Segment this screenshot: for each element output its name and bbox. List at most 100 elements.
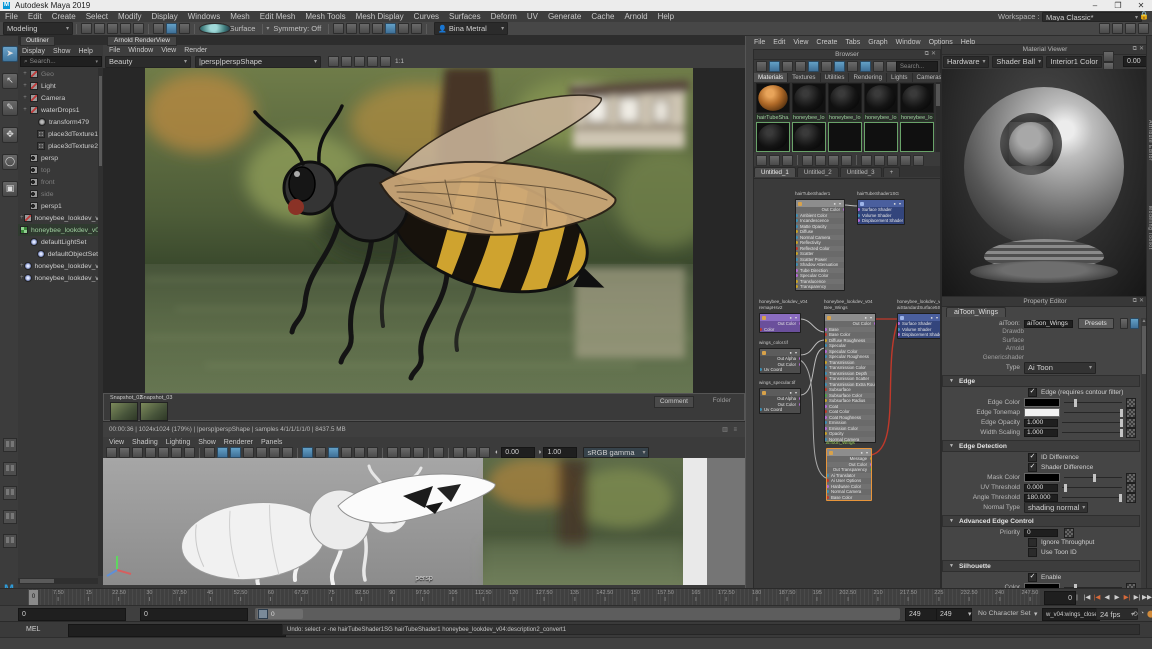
pause-viewport-icon[interactable] [411, 23, 423, 34]
anti-aliasing-icon[interactable] [354, 447, 365, 458]
select-pointer-icon[interactable] [433, 447, 444, 458]
collapse-panel-icon[interactable] [782, 60, 793, 72]
node-port[interactable] [798, 362, 800, 366]
menu-display[interactable]: Display [18, 47, 49, 56]
medium-swatches-icon[interactable] [808, 60, 819, 72]
select-by-object-icon[interactable] [166, 23, 177, 34]
attribute-slider[interactable] [1062, 428, 1124, 437]
material-swatch[interactable] [900, 122, 934, 152]
browser-search-input[interactable]: Search... [896, 61, 938, 72]
node-port[interactable] [825, 382, 827, 386]
zoom-ratio-label[interactable]: 1:1 [395, 58, 404, 65]
viewer-geometry-dropdown[interactable]: Shader Ball ▾ [992, 55, 1044, 68]
gamma-icon[interactable]: ◑ [537, 449, 541, 456]
shader-node-aiStandardSurface5SG[interactable]: ● ▾ Surface Shader Volume Shader Displaceme… [897, 313, 940, 339]
outliner-tab[interactable]: Outliner [20, 36, 55, 46]
node-port[interactable] [760, 368, 762, 372]
save-scene-icon[interactable] [107, 23, 118, 34]
menu-display[interactable]: Display [147, 11, 183, 22]
browser-tab-textures[interactable]: Textures [788, 73, 821, 82]
editor-tab-untitled_3[interactable]: Untitled_3 [839, 167, 882, 177]
material-swatch[interactable] [828, 122, 862, 152]
attribute-slider[interactable] [1064, 473, 1122, 482]
close-icon[interactable]: ✕ [931, 51, 938, 57]
menu-mesh-display[interactable]: Mesh Display [351, 11, 409, 22]
node-attribute-row[interactable]: Displacement Shader [898, 332, 940, 338]
menu-view[interactable]: View [105, 438, 128, 447]
lasso-tool[interactable]: ↖ [2, 73, 18, 89]
node-attribute-row[interactable]: Displacement Shader [858, 218, 904, 224]
motion-blur-icon[interactable] [341, 447, 352, 458]
outliner-item[interactable]: top [18, 164, 98, 176]
chevron-down-icon[interactable]: ▾ [968, 610, 971, 618]
expand-icon[interactable]: + [20, 71, 30, 77]
select-by-hierarchy-icon[interactable] [153, 23, 164, 34]
menu-edit[interactable]: Edit [23, 11, 47, 22]
browser-tab-materials[interactable]: Materials [754, 73, 789, 82]
zoom-region-icon[interactable] [900, 154, 911, 166]
playback-start-field[interactable]: 0 [140, 608, 248, 621]
menu-edit-mesh[interactable]: Edit Mesh [255, 11, 301, 22]
search-nodes-icon[interactable] [913, 154, 924, 166]
node-port[interactable] [825, 404, 827, 408]
outliner-item[interactable]: honeybee_lookdev_v04: [18, 224, 98, 236]
editor-tab-untitled_2[interactable]: Untitled_2 [796, 167, 839, 177]
menu-create[interactable]: Create [47, 11, 81, 22]
shaded-wireframe-icon[interactable] [256, 447, 267, 458]
node-port[interactable] [796, 219, 798, 223]
node-port[interactable] [869, 457, 871, 461]
wireframe-icon[interactable] [204, 447, 215, 458]
snapshot-item[interactable]: Snapshot_03 [140, 395, 172, 421]
step-back-key-button[interactable]: |◀ [1082, 591, 1092, 604]
region-render-icon[interactable] [367, 56, 378, 67]
node-port[interactable] [825, 349, 827, 353]
node-port[interactable] [825, 344, 827, 348]
lock-workspace-icon[interactable]: 🔒 [1139, 11, 1149, 20]
select-tool[interactable]: ➤ [2, 46, 18, 62]
node-port[interactable] [760, 327, 762, 331]
node-port[interactable] [825, 360, 827, 364]
node-port[interactable] [827, 473, 829, 477]
folder-button[interactable]: Folder [708, 396, 736, 406]
menu-select[interactable]: Select [81, 11, 113, 22]
layout-two-pane-stacked[interactable] [3, 510, 17, 524]
paint-effects-icon[interactable] [453, 447, 464, 458]
comment-button[interactable]: Comment [653, 396, 694, 408]
menu-show[interactable]: Show [49, 47, 75, 56]
node-port[interactable] [825, 333, 827, 337]
menu-panels[interactable]: Panels [257, 438, 286, 447]
undo-icon[interactable] [120, 23, 131, 34]
menu-shading[interactable]: Shading [128, 438, 162, 447]
menu-lighting[interactable]: Lighting [162, 438, 195, 447]
loop-continuous-icon[interactable]: ⟲ [1132, 610, 1138, 618]
node-port[interactable] [796, 257, 798, 261]
animation-start-field[interactable]: 0 [18, 608, 126, 621]
map-button-icon[interactable] [1126, 472, 1136, 483]
snapshot-item[interactable]: Snapshot_02 [110, 395, 142, 421]
attribute-value-field[interactable]: 1.000 [1024, 428, 1058, 437]
node-port[interactable] [858, 219, 860, 223]
attribute-value-field[interactable]: 0 [1024, 528, 1058, 537]
outliner-item[interactable]: persp [18, 152, 98, 164]
isolate-select-icon[interactable] [387, 447, 398, 458]
menu-curves[interactable]: Curves [409, 11, 444, 22]
input-output-connections-icon[interactable] [769, 154, 780, 166]
render-current-frame-icon[interactable] [346, 23, 358, 34]
shader-node-wings_specular[interactable]: ● ▾ Out Alpha Out Color Uv Coord [759, 388, 801, 414]
checkbox[interactable]: ✓ [1028, 463, 1037, 472]
expand-icon[interactable]: + [20, 83, 30, 89]
node-port[interactable] [796, 279, 798, 283]
node-port[interactable] [825, 399, 827, 403]
snap-viewport-icon[interactable] [184, 447, 195, 458]
close-icon[interactable]: ✕ [1139, 298, 1146, 304]
outliner-horizontal-scrollbar[interactable] [18, 578, 98, 584]
menu-cache[interactable]: Cache [586, 11, 619, 22]
mel-input-field[interactable] [68, 624, 286, 637]
layout-four-pane[interactable] [3, 462, 17, 476]
node-port[interactable] [825, 393, 827, 397]
icon-view-icon[interactable] [860, 60, 871, 72]
menu-renderer[interactable]: Renderer [220, 438, 257, 447]
node-port[interactable] [827, 479, 829, 483]
node-port[interactable] [869, 462, 871, 466]
select-camera-icon[interactable] [106, 447, 117, 458]
